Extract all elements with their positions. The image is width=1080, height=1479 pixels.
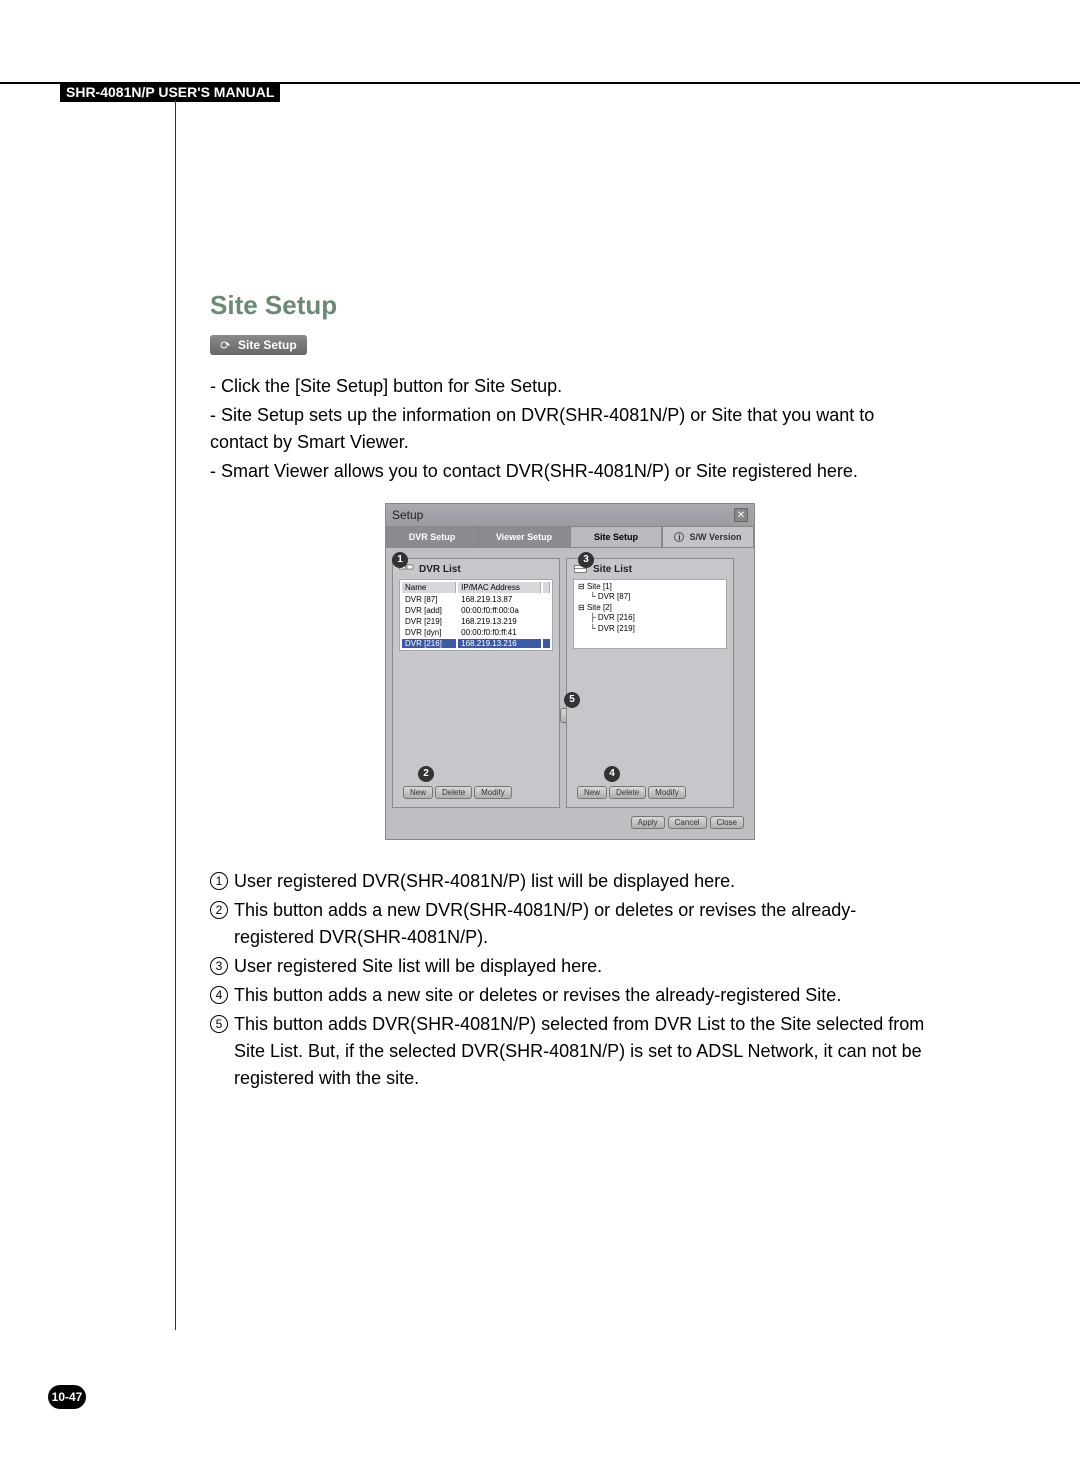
callout-4: 4: [604, 766, 620, 782]
setup-window: Setup ✕ DVR Setup Viewer Setup Site Setu…: [385, 503, 755, 840]
tree-item[interactable]: ├ DVR [216]: [578, 613, 722, 623]
tree-label: Site [1]: [587, 582, 612, 591]
tab-viewer-setup[interactable]: Viewer Setup: [478, 526, 570, 548]
site-list-title: Site List: [593, 564, 632, 575]
dvr-delete-button[interactable]: Delete: [435, 786, 472, 799]
callout-notes: 1 User registered DVR(SHR-4081N/P) list w…: [210, 868, 930, 1092]
tree-label: Site [2]: [587, 603, 612, 612]
table-row[interactable]: DVR [add]00:00:f0:ff:00:0a: [402, 606, 550, 615]
dvr-table[interactable]: NameIP/MAC Address DVR [87]168.219.13.87…: [399, 579, 553, 651]
table-row[interactable]: DVR [dyn]00:00:f0:f0:ff:41: [402, 628, 550, 637]
note-num: 3: [210, 957, 228, 975]
callout-5: 5: [564, 692, 580, 708]
tab-viewer-label: Viewer Setup: [496, 532, 552, 542]
setup-title: Setup: [392, 508, 423, 522]
tab-site-setup[interactable]: Site Setup: [570, 526, 662, 548]
note-text: User registered DVR(SHR-4081N/P) list wi…: [234, 868, 930, 895]
bullet-1: - Click the [Site Setup] button for Site…: [210, 373, 930, 400]
note-num: 1: [210, 872, 228, 890]
note-5: 5 This button adds DVR(SHR-4081N/P) selec…: [210, 1011, 930, 1092]
tree-label: DVR [216]: [598, 613, 635, 622]
site-setup-badge: Site Setup: [210, 335, 307, 355]
tree-item[interactable]: ⊟ Site [1]: [578, 582, 722, 592]
dvr-btn-row: New Delete Modify: [403, 786, 512, 799]
dvr-modify-button[interactable]: Modify: [474, 786, 512, 799]
footer-buttons: Apply Cancel Close: [386, 810, 754, 839]
cell: 168.219.13.87: [458, 595, 541, 604]
cell: DVR [dyn]: [402, 628, 456, 637]
callout-3: 3: [578, 552, 594, 568]
panels-area: 1 2 3 4 5 DVR List NameIP/MAC Address DV…: [386, 548, 754, 810]
cell: DVR [add]: [402, 606, 456, 615]
site-list-panel: Site List ⊟ Site [1] └ DVR [87] ⊟ Site […: [566, 558, 734, 808]
tree-label: DVR [219]: [598, 624, 635, 633]
callout-2: 2: [418, 766, 434, 782]
col-ip[interactable]: IP/MAC Address: [458, 582, 541, 593]
tab-dvr-setup[interactable]: DVR Setup: [386, 526, 478, 548]
setup-titlebar: Setup ✕: [386, 504, 754, 526]
dvr-new-button[interactable]: New: [403, 786, 433, 799]
note-num: 5: [210, 1015, 228, 1033]
site-modify-button[interactable]: Modify: [648, 786, 686, 799]
tree-item[interactable]: └ DVR [87]: [578, 592, 722, 602]
site-tree[interactable]: ⊟ Site [1] └ DVR [87] ⊟ Site [2] ├ DVR […: [573, 579, 727, 649]
note-3: 3 User registered Site list will be displ…: [210, 953, 930, 980]
site-delete-button[interactable]: Delete: [609, 786, 646, 799]
apply-button[interactable]: Apply: [631, 816, 665, 829]
note-text: This button adds a new site or deletes o…: [234, 982, 930, 1009]
note-text: This button adds DVR(SHR-4081N/P) select…: [234, 1011, 930, 1092]
globe-tools-icon: [220, 339, 232, 351]
bullet-2: - Site Setup sets up the information on …: [210, 402, 930, 456]
note-4: 4 This button adds a new site or deletes …: [210, 982, 930, 1009]
tree-item[interactable]: └ DVR [219]: [578, 624, 722, 634]
close-button[interactable]: Close: [710, 816, 744, 829]
col-name[interactable]: Name: [402, 582, 456, 593]
tab-dvr-label: DVR Setup: [409, 532, 456, 542]
bullet-3: - Smart Viewer allows you to contact DVR…: [210, 458, 930, 485]
tab-site-label: Site Setup: [594, 532, 638, 542]
cell: 168.219.13.219: [458, 617, 541, 626]
tab-sw-version[interactable]: i S/W Version: [662, 526, 754, 548]
intro-bullets: - Click the [Site Setup] button for Site…: [210, 373, 930, 485]
note-num: 4: [210, 986, 228, 1004]
dvr-list-panel: DVR List NameIP/MAC Address DVR [87]168.…: [392, 558, 560, 808]
manual-header: SHR-4081N/P USER'S MANUAL: [60, 82, 280, 102]
info-icon: i: [674, 532, 684, 542]
note-text: User registered Site list will be displa…: [234, 953, 930, 980]
dvr-list-title: DVR List: [419, 564, 461, 575]
note-text: This button adds a new DVR(SHR-4081N/P) …: [234, 897, 930, 951]
note-1: 1 User registered DVR(SHR-4081N/P) list w…: [210, 868, 930, 895]
tree-label: DVR [87]: [598, 592, 630, 601]
cell: 00:00:f0:ff:00:0a: [458, 606, 541, 615]
site-new-button[interactable]: New: [577, 786, 607, 799]
dvr-list-header: DVR List: [393, 559, 559, 579]
cell: DVR [219]: [402, 617, 456, 626]
table-row[interactable]: DVR [216]168.219.13.216: [402, 639, 550, 648]
table-row[interactable]: DVR [87]168.219.13.87: [402, 595, 550, 604]
margin-rule: [175, 100, 176, 1330]
close-icon[interactable]: ✕: [734, 508, 748, 522]
callout-1: 1: [392, 552, 408, 568]
note-2: 2 This button adds a new DVR(SHR-4081N/P)…: [210, 897, 930, 951]
table-row[interactable]: DVR [219]168.219.13.219: [402, 617, 550, 626]
tab-ver-label: S/W Version: [689, 532, 741, 542]
cell: 00:00:f0:f0:ff:41: [458, 628, 541, 637]
cell: DVR [87]: [402, 595, 456, 604]
cancel-button[interactable]: Cancel: [668, 816, 707, 829]
content-area: Site Setup Site Setup - Click the [Site …: [210, 290, 930, 1094]
setup-tabs: DVR Setup Viewer Setup Site Setup i S/W V…: [386, 526, 754, 548]
note-num: 2: [210, 901, 228, 919]
cell: DVR [216]: [402, 639, 456, 648]
tree-item[interactable]: ⊟ Site [2]: [578, 603, 722, 613]
site-btn-row: New Delete Modify: [577, 786, 686, 799]
cell: 168.219.13.216: [458, 639, 541, 648]
site-setup-badge-label: Site Setup: [238, 338, 297, 352]
page-number: 10-47: [48, 1385, 86, 1409]
section-heading: Site Setup: [210, 290, 930, 321]
